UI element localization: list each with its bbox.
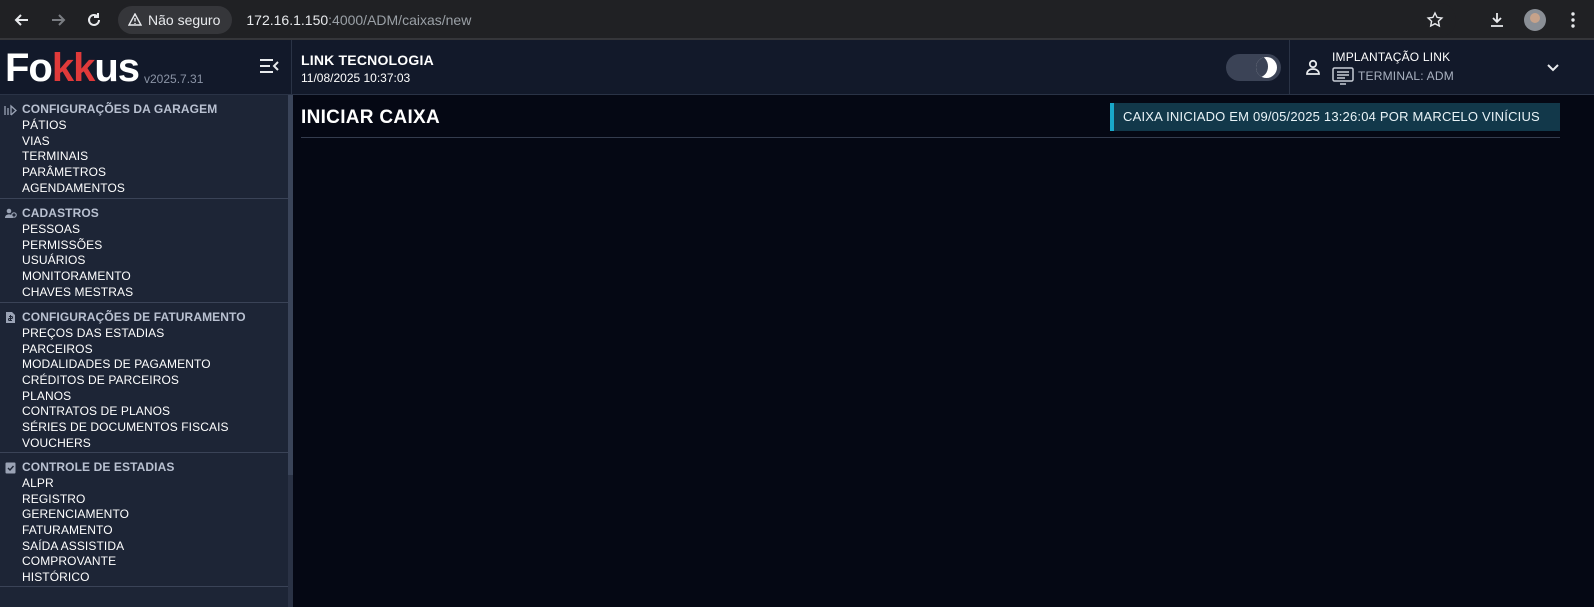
sidebar-section-header[interactable]: CONTROLE DE ESTADIAS xyxy=(0,458,288,476)
url-host: 172.16.1.150 xyxy=(246,12,329,28)
sidebar-section-header[interactable]: CADASTROS xyxy=(0,204,288,222)
logo-text-mark: kk xyxy=(51,46,95,90)
user-icon xyxy=(1304,58,1322,76)
profile-button[interactable] xyxy=(1520,5,1550,35)
warning-icon xyxy=(128,13,142,26)
app-header: Fokkus v2025.7.31 LINK TECNOLOGIA 11/08/… xyxy=(0,40,1594,95)
security-label: Não seguro xyxy=(148,12,221,28)
sidebar-item-series-documentos[interactable]: SÉRIES DE DOCUMENTOS FISCAIS xyxy=(0,420,288,436)
company-info: LINK TECNOLOGIA 11/08/2025 10:37:03 xyxy=(301,52,434,85)
current-datetime: 11/08/2025 10:37:03 xyxy=(301,71,411,85)
url-text[interactable]: 172.16.1.150:4000/ADM/caixas/new xyxy=(246,12,471,28)
sidebar-item-gerenciamento[interactable]: GERENCIAMENTO xyxy=(0,507,288,523)
url-path: :4000/ADM/caixas/new xyxy=(328,12,472,28)
sidebar-section-title: CONFIGURAÇÕES DE FATURAMENTO xyxy=(22,310,246,324)
sidebar-item-modalidades-pagamento[interactable]: MODALIDADES DE PAGAMENTO xyxy=(0,357,288,373)
sidebar-item-monitoramento[interactable]: MONITORAMENTO xyxy=(0,269,288,285)
forward-button[interactable] xyxy=(42,4,74,36)
company-name: LINK TECNOLOGIA xyxy=(301,52,434,68)
sidebar-section-title: CONFIGURAÇÕES DA GARAGEM xyxy=(22,102,218,116)
clipboard-check-icon xyxy=(4,461,17,474)
app-version: v2025.7.31 xyxy=(144,72,204,86)
browser-menu-button[interactable] xyxy=(1558,5,1588,35)
garage-icon xyxy=(4,103,17,116)
sidebar-item-contratos-planos[interactable]: CONTRATOS DE PLANOS xyxy=(0,404,288,420)
invoice-icon xyxy=(4,311,17,324)
sidebar-item-patios[interactable]: PÁTIOS xyxy=(0,118,288,134)
sidebar-item-faturamento[interactable]: FATURAMENTO xyxy=(0,523,288,539)
sidebar-section-header[interactable]: CONFIGURAÇÕES DA GARAGEM xyxy=(0,100,288,118)
sidebar-item-vouchers[interactable]: VOUCHERS xyxy=(0,436,288,452)
browser-actions xyxy=(1482,0,1594,40)
sidebar-section-title: CADASTROS xyxy=(22,206,99,220)
sidebar-section-faturamento: CONFIGURAÇÕES DE FATURAMENTO PREÇOS DAS … xyxy=(0,303,288,453)
logo-text-end: us xyxy=(94,46,140,90)
more-vertical-icon xyxy=(1571,12,1575,28)
sidebar-item-vias[interactable]: VIAS xyxy=(0,134,288,150)
sidebar-item-parceiros[interactable]: PARCEIROS xyxy=(0,342,288,358)
title-divider xyxy=(301,137,1560,138)
chevron-down-icon xyxy=(1546,60,1560,74)
reload-button[interactable] xyxy=(78,4,110,36)
fokkus-logo[interactable]: Fokkus xyxy=(5,46,140,90)
sidebar: CONFIGURAÇÕES DA GARAGEM PÁTIOS VIAS TER… xyxy=(0,95,288,607)
sidebar-section-title: CONTROLE DE ESTADIAS xyxy=(22,460,175,474)
terminal-info: TERMINAL: ADM xyxy=(1332,67,1454,85)
sidebar-item-pessoas[interactable]: PESSOAS xyxy=(0,222,288,238)
user-menu[interactable]: IMPLANTAÇÃO LINK TERMINAL: ADM xyxy=(1289,40,1594,95)
sidebar-section-garage: CONFIGURAÇÕES DA GARAGEM PÁTIOS VIAS TER… xyxy=(0,95,288,199)
back-arrow-icon xyxy=(14,14,28,26)
security-chip[interactable]: Não seguro xyxy=(118,6,233,34)
sidebar-item-historico[interactable]: HISTÓRICO xyxy=(0,570,288,586)
sidebar-item-planos[interactable]: PLANOS xyxy=(0,389,288,405)
terminal-icon xyxy=(1332,67,1354,85)
sidebar-item-saida-assistida[interactable]: SAÍDA ASSISTIDA xyxy=(0,539,288,555)
back-button[interactable] xyxy=(6,4,38,36)
theme-toggle[interactable] xyxy=(1226,54,1281,81)
avatar xyxy=(1524,9,1546,31)
logo-text-start: Fo xyxy=(5,46,53,90)
sidebar-item-comprovante[interactable]: COMPROVANTE xyxy=(0,554,288,570)
address-bar[interactable]: Não seguro 172.16.1.150:4000/ADM/caixas/… xyxy=(116,3,1456,37)
collapse-menu-button[interactable] xyxy=(258,57,282,77)
star-icon xyxy=(1426,11,1444,28)
download-icon xyxy=(1491,13,1503,27)
status-banner: CAIXA INICIADO EM 09/05/2025 13:26:04 PO… xyxy=(1110,103,1560,131)
sidebar-item-registro[interactable]: REGISTRO xyxy=(0,492,288,508)
sidebar-section-estadias: CONTROLE DE ESTADIAS ALPR REGISTRO GEREN… xyxy=(0,453,288,587)
users-icon xyxy=(4,207,17,220)
sidebar-section-cadastros: CADASTROS PESSOAS PERMISSÕES USUÁRIOS MO… xyxy=(0,199,288,303)
sidebar-section-header[interactable]: CONFIGURAÇÕES DE FATURAMENTO xyxy=(0,308,288,326)
sidebar-item-parametros[interactable]: PARÂMETROS xyxy=(0,165,288,181)
bookmark-button[interactable] xyxy=(1420,5,1450,35)
sidebar-item-precos-estadias[interactable]: PREÇOS DAS ESTADIAS xyxy=(0,326,288,342)
download-button[interactable] xyxy=(1482,5,1512,35)
moon-icon xyxy=(1256,57,1277,78)
main-content: INICIAR CAIXA CAIXA INICIADO EM 09/05/20… xyxy=(293,95,1594,607)
sidebar-item-usuarios[interactable]: USUÁRIOS xyxy=(0,253,288,269)
sidebar-item-terminais[interactable]: TERMINAIS xyxy=(0,149,288,165)
sidebar-item-creditos-parceiros[interactable]: CRÉDITOS DE PARCEIROS xyxy=(0,373,288,389)
sidebar-item-permissoes[interactable]: PERMISSÕES xyxy=(0,238,288,254)
sidebar-item-agendamentos[interactable]: AGENDAMENTOS xyxy=(0,181,288,197)
sidebar-item-alpr[interactable]: ALPR xyxy=(0,476,288,492)
reload-icon xyxy=(88,13,100,26)
brand-area: Fokkus v2025.7.31 xyxy=(0,40,292,95)
sidebar-item-chaves-mestras[interactable]: CHAVES MESTRAS xyxy=(0,285,288,301)
terminal-label: TERMINAL: ADM xyxy=(1358,69,1454,83)
forward-arrow-icon xyxy=(52,14,66,26)
page-title: INICIAR CAIXA xyxy=(301,107,441,128)
user-name: IMPLANTAÇÃO LINK xyxy=(1332,50,1451,64)
menu-collapse-icon xyxy=(260,59,279,73)
